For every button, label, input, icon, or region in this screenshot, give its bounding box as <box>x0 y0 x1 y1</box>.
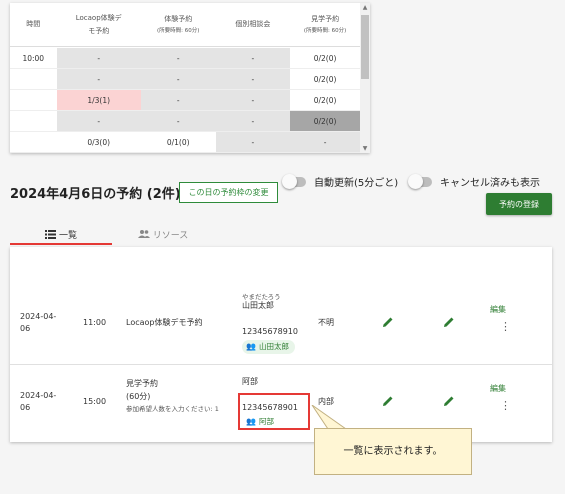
toggle-switch[interactable] <box>408 173 432 189</box>
people-icon: 👥 <box>246 342 256 351</box>
page: 時間 Locaop体験デ モ予約 体験予約 (所要時間: 60分) 個別相談会 見学… <box>0 0 565 494</box>
reservation-date: 2024-04-06 <box>20 391 57 412</box>
list-icon <box>44 229 56 239</box>
slot-time <box>10 90 57 110</box>
slot-cell[interactable]: - <box>215 90 291 110</box>
resource-chip[interactable]: 👥 山田太郎 <box>242 340 295 354</box>
customer-name: 山田太郎 <box>242 301 274 310</box>
header-locaop: Locaop体験デ モ予約 <box>57 3 141 46</box>
change-slots-button[interactable]: この日の予約枠の変更 <box>179 182 278 203</box>
table-scrollbar[interactable]: ▲ ▼ <box>360 3 370 153</box>
slot-cell[interactable]: - <box>215 48 291 68</box>
slot-cell[interactable]: 0/2(0) <box>290 48 360 68</box>
reservation-date: 2024-04-06 <box>20 312 57 333</box>
slot-time <box>10 111 57 131</box>
toggle-label: 自動更新(5分ごと) <box>314 178 399 189</box>
header-sublabel: (所要時間: 60分) <box>157 28 200 34</box>
header-label: 見学予約 <box>311 15 340 23</box>
timeslot-row: - - - 0/2(0) <box>10 111 360 132</box>
slot-cell[interactable]: - <box>290 132 360 152</box>
toggle-label: キャンセル済みも表示 <box>440 178 540 189</box>
header-label: モ予約 <box>88 26 110 35</box>
slot-cell[interactable]: - <box>215 132 291 152</box>
slot-cell[interactable]: - <box>215 111 291 131</box>
pencil-icon[interactable] <box>382 316 394 328</box>
timeslot-table-header: 時間 Locaop体験デ モ予約 体験予約 (所要時間: 60分) 個別相談会 見学… <box>10 3 360 47</box>
scroll-up-icon[interactable]: ▲ <box>360 4 370 11</box>
reservation-course: Locaop体験デモ予約 <box>126 318 203 327</box>
reservation-status: 不明 <box>318 318 334 327</box>
timeslot-table: 時間 Locaop体験デ モ予約 体験予約 (所要時間: 60分) 個別相談会 見学… <box>10 3 370 153</box>
more-vert-icon[interactable]: ⋮ <box>500 400 511 411</box>
active-tab-indicator <box>10 243 112 245</box>
slot-cell[interactable]: - <box>140 69 216 89</box>
header-label: 体験予約 <box>164 15 193 23</box>
header-time: 時間 <box>10 3 57 46</box>
slot-cell[interactable]: 1/3(1) <box>56 90 141 110</box>
header-sublabel: (所要時間: 60分) <box>303 28 347 34</box>
register-reservation-button[interactable]: 予約の登録 <box>486 193 552 215</box>
chip-label: 山田太郎 <box>258 342 289 351</box>
tab-label: リソース <box>152 230 189 241</box>
more-vert-icon[interactable]: ⋮ <box>500 321 511 332</box>
people-icon <box>137 230 150 238</box>
edit-link[interactable]: 編集 <box>490 383 506 394</box>
tab-label: 一覧 <box>58 230 77 241</box>
slot-cell[interactable]: - <box>140 111 216 131</box>
header-trial: 体験予約 (所要時間: 60分) <box>141 3 216 46</box>
slot-time <box>10 132 57 152</box>
callout-text: 一覧に表示されます。 <box>343 445 443 457</box>
pencil-icon[interactable] <box>382 395 394 407</box>
pencil-icon[interactable] <box>443 316 455 328</box>
pencil-icon[interactable] <box>443 395 455 407</box>
header-label: 時間 <box>26 20 41 28</box>
slot-cell[interactable]: - <box>56 69 141 89</box>
auto-refresh-toggle[interactable]: 自動更新(5分ごと) <box>282 173 399 189</box>
tab-list[interactable]: 一覧 <box>10 223 112 245</box>
customer-name: 阿部 <box>242 377 258 386</box>
slot-cell[interactable]: - <box>140 48 216 68</box>
slot-cell[interactable]: 0/3(0) <box>56 132 141 152</box>
toggle-switch[interactable] <box>282 173 306 189</box>
callout: 一覧に表示されます。 <box>314 428 472 475</box>
tab-resource[interactable]: リソース <box>112 223 214 245</box>
slot-cell[interactable]: 0/2(0) <box>290 69 360 89</box>
page-title: 2024年4月6日の予約 (2件) <box>10 187 181 202</box>
header-visit: 見学予約 (所要時間: 60分) <box>290 3 360 46</box>
slot-cell[interactable]: - <box>56 48 141 68</box>
slot-cell[interactable]: - <box>140 90 216 110</box>
slot-cell[interactable]: 0/2(0) <box>290 111 360 131</box>
header-label: 個別相談会 <box>235 20 271 28</box>
reservation-time: 11:00 <box>83 318 107 327</box>
timeslot-row: - - - 0/2(0) <box>10 69 360 90</box>
header-consult: 個別相談会 <box>216 3 291 46</box>
timeslot-row: 0/3(0) 0/1(0) - - <box>10 132 360 153</box>
reservation-time: 15:00 <box>83 397 107 406</box>
slot-time <box>10 69 57 89</box>
slot-cell[interactable]: - <box>215 69 291 89</box>
slot-cell[interactable]: - <box>56 111 141 131</box>
show-cancelled-toggle[interactable]: キャンセル済みも表示 <box>408 173 540 189</box>
timeslot-row: 1/3(1) - - 0/2(0) <box>10 90 360 111</box>
reservation-course: 見学予約 <box>126 379 158 388</box>
slot-cell[interactable]: 0/1(0) <box>140 132 216 152</box>
header-label: Locaop体験デ <box>75 13 122 22</box>
reservation-course-sub: (60分) <box>126 392 151 401</box>
edit-link[interactable]: 編集 <box>490 304 506 315</box>
slot-time: 10:00 <box>10 48 57 68</box>
customer-phone: 12345678910 <box>242 327 298 336</box>
slot-cell[interactable]: 0/2(0) <box>290 90 360 110</box>
scroll-down-icon[interactable]: ▼ <box>360 145 370 152</box>
timeslot-rows: 10:00 - - - 0/2(0) - - - 0/2(0) 1/3(1) -… <box>10 48 360 153</box>
timeslot-row: 10:00 - - - 0/2(0) <box>10 48 360 69</box>
table-row[interactable]: 2024-04-06 11:00 Locaop体験デモ予約 やまだたろう 山田太… <box>10 284 552 365</box>
scrollbar-thumb[interactable] <box>361 15 369 79</box>
reservation-note: 参加希望人数を入力ください: 1 <box>126 405 219 413</box>
